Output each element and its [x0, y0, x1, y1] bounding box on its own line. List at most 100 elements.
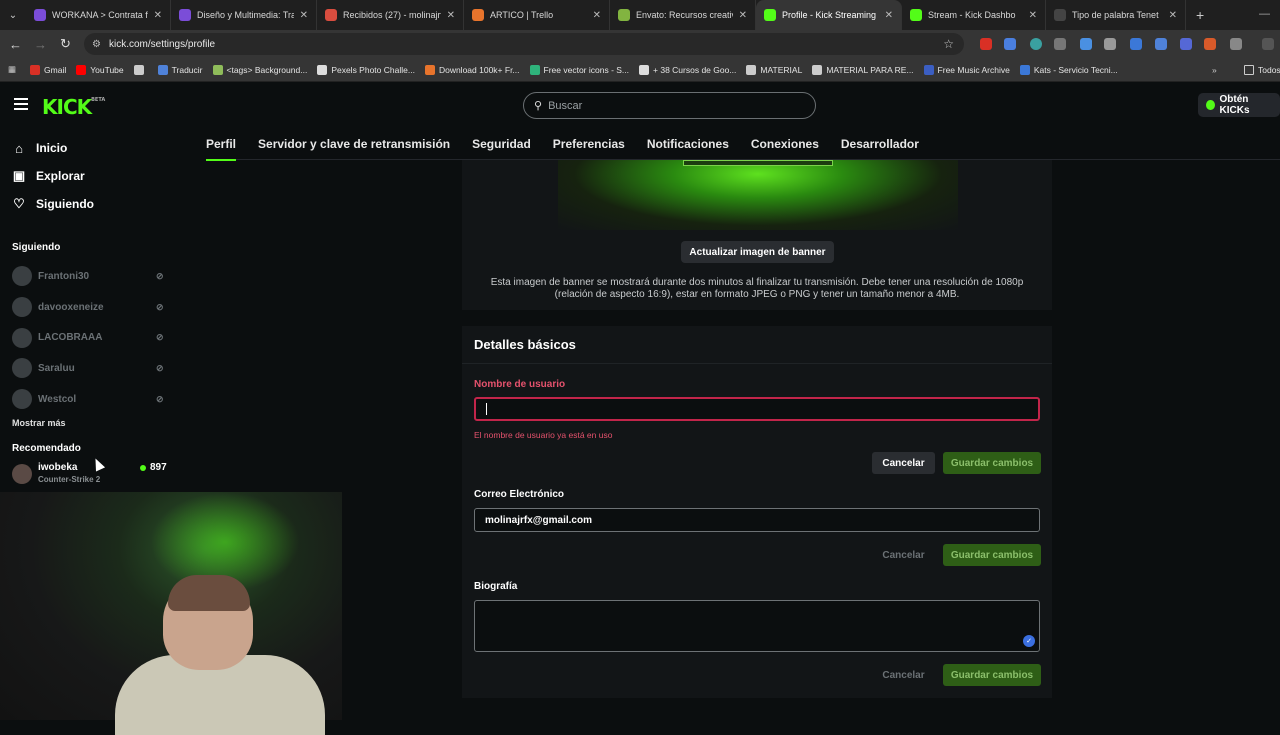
tab-seguridad[interactable]: Seguridad [472, 128, 531, 160]
update-banner-button[interactable]: Actualizar imagen de banner [681, 241, 834, 263]
close-icon[interactable]: ✕ [300, 10, 308, 21]
bookmark-item[interactable]: <tags> Background... [212, 64, 307, 75]
browser-tab[interactable]: ARTICO | Trello ✕ [464, 0, 610, 30]
show-more-link[interactable]: Mostrar más [0, 418, 176, 428]
browser-tab[interactable]: Diseño y Multimedia: Trab ✕ [171, 0, 317, 30]
close-icon[interactable]: ✕ [1169, 10, 1177, 21]
sidebar-item-siguiendo[interactable]: ♡ Siguiendo [0, 190, 176, 218]
bookmark-item[interactable]: Traducir [157, 64, 203, 75]
extension-icon[interactable] [1004, 38, 1016, 50]
bookmark-item[interactable]: YouTube [76, 64, 124, 75]
following-channel[interactable]: Westcol ⊘ [0, 384, 176, 415]
channel-category: Counter-Strike 2 [38, 475, 101, 485]
new-tab-button[interactable]: + [1186, 7, 1214, 23]
site-info-icon[interactable]: ⚙ [92, 39, 101, 50]
grammar-check-icon[interactable]: ✓ [1023, 635, 1035, 647]
extension-icon[interactable] [1180, 38, 1192, 50]
tab-conexiones[interactable]: Conexiones [751, 128, 819, 160]
tab-favicon-icon [764, 9, 776, 21]
following-channel[interactable]: davooxeneize ⊘ [0, 292, 176, 323]
bookmark-star-icon[interactable]: ☆ [943, 37, 954, 51]
bio-label: Biografía [474, 581, 518, 592]
tab-notificaciones[interactable]: Notificaciones [647, 128, 729, 160]
beta-badge: BETA [91, 97, 106, 103]
bookmark-item[interactable]: MATERIAL PARA RE... [812, 64, 914, 75]
tab-search-icon[interactable]: ⌄ [0, 0, 26, 30]
kick-logo[interactable]: KICKBETA [42, 95, 105, 119]
close-icon[interactable]: ✕ [885, 10, 893, 21]
close-icon[interactable]: ✕ [593, 10, 601, 21]
window-controls[interactable]: — [1259, 8, 1270, 20]
bookmark-icon [812, 64, 823, 75]
extension-icon[interactable] [1204, 38, 1216, 50]
bookmark-item[interactable]: Pexels Photo Challe... [317, 64, 415, 75]
back-icon[interactable]: ← [3, 37, 28, 52]
bookmark-item[interactable] [133, 64, 148, 75]
tab-perfil[interactable]: Perfil [206, 128, 237, 161]
browser-tab[interactable]: Stream - Kick Dashbo ✕ [902, 0, 1046, 30]
cancel-button[interactable]: Cancelar [872, 544, 935, 566]
sidebar-item-explorar[interactable]: ▣ Explorar [0, 162, 176, 190]
following-channel[interactable]: Saraluu ⊘ [0, 353, 176, 384]
bookmark-item[interactable]: + 38 Cursos de Goo... [639, 64, 736, 75]
extension-icon[interactable] [1054, 38, 1066, 50]
sidebar-item-inicio[interactable]: ⌂ Inicio [0, 134, 176, 162]
recommended-channel[interactable]: iwobeka Counter-Strike 2 897 [0, 462, 176, 488]
bio-field[interactable]: ✓ [474, 600, 1040, 652]
cancel-button[interactable]: Cancelar [872, 664, 935, 686]
bookmark-item[interactable]: Gmail [30, 64, 66, 75]
search-input[interactable]: ⚲ Buscar [523, 92, 816, 119]
live-dot-icon [140, 464, 146, 471]
extensions-puzzle-icon[interactable] [1230, 38, 1242, 50]
translate-extension-icon[interactable] [1155, 38, 1167, 50]
tab-servidor[interactable]: Servidor y clave de retransmisión [258, 128, 450, 160]
search-icon: ⚲ [534, 100, 543, 112]
username-error: El nombre de usuario ya está en uso [474, 430, 613, 440]
bookmarks-overflow-icon[interactable]: » [1212, 65, 1217, 75]
extension-icon[interactable] [1030, 38, 1042, 50]
close-icon[interactable]: ✕ [154, 10, 162, 21]
browser-tab[interactable]: Profile - Kick Streaming ✕ [756, 0, 902, 30]
reload-icon[interactable]: ↻ [53, 36, 78, 52]
banner-image [558, 160, 958, 230]
following-channel[interactable]: LACOBRAAA ⊘ [0, 322, 176, 353]
forward-icon[interactable]: → [28, 37, 53, 52]
close-icon[interactable]: ✕ [447, 10, 455, 21]
browser-tab[interactable]: Envato: Recursos creativos✕ [610, 0, 756, 30]
url-field[interactable]: ⚙ kick.com/settings/profile ☆ [84, 33, 964, 55]
tab-favicon-icon [179, 9, 191, 21]
save-button[interactable]: Guardar cambios [943, 544, 1041, 566]
get-kicks-button[interactable]: Obtén KICKs [1198, 93, 1280, 117]
save-button[interactable]: Guardar cambios [943, 664, 1041, 686]
pdf-extension-icon[interactable] [980, 38, 992, 50]
email-field[interactable]: molinajrfx@gmail.com [474, 508, 1040, 532]
bookmark-item[interactable]: Kats - Servicio Tecni... [1019, 64, 1118, 75]
browser-tab[interactable]: WORKANA > Contrata fre ✕ [26, 0, 171, 30]
tab-desarrollador[interactable]: Desarrollador [841, 128, 919, 160]
browser-tab[interactable]: Recibidos (27) - molinajrfx ✕ [317, 0, 464, 30]
download-icon[interactable] [1080, 38, 1092, 50]
bookmark-item[interactable]: MATERIAL [746, 64, 802, 75]
username-field[interactable] [474, 397, 1040, 421]
banner-card: Actualizar imagen de banner Esta imagen … [462, 160, 1052, 310]
apps-grid-icon[interactable]: ▦ [8, 64, 16, 75]
save-button[interactable]: Guardar cambios [943, 452, 1041, 474]
hamburger-menu-icon[interactable] [14, 98, 28, 110]
close-icon[interactable]: ✕ [1029, 10, 1037, 21]
bookmark-all[interactable]: Todos [1244, 64, 1280, 75]
close-icon[interactable]: ✕ [739, 10, 747, 21]
url-text: kick.com/settings/profile [108, 38, 216, 50]
extension-icon[interactable] [1130, 38, 1142, 50]
cancel-button[interactable]: Cancelar [872, 452, 935, 474]
menu-icon[interactable] [1262, 38, 1274, 50]
extension-icon[interactable] [1104, 38, 1116, 50]
tab-preferencias[interactable]: Preferencias [553, 128, 625, 160]
bookmark-item[interactable]: Download 100k+ Fr... [424, 64, 520, 75]
bookmark-item[interactable]: Free Music Archive [923, 64, 1010, 75]
bookmark-item[interactable]: Free vector icons - S... [529, 64, 629, 75]
tab-favicon-icon [472, 9, 484, 21]
browser-tab[interactable]: Tipo de palabra Tenet ✕ [1046, 0, 1186, 30]
following-channel[interactable]: Frantoni30 ⊘ [0, 261, 176, 292]
address-bar-row: ← → ↻ ⚙ kick.com/settings/profile ☆ [0, 30, 1280, 58]
bookmark-icon [317, 64, 328, 75]
